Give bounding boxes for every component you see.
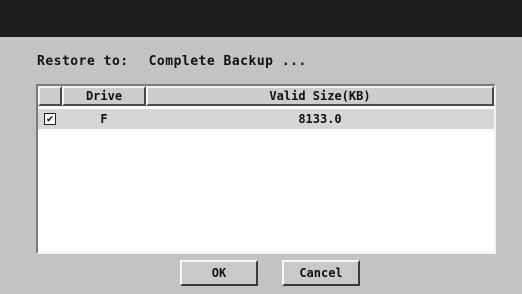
table-row[interactable]: ✔ F 8133.0 xyxy=(38,109,494,129)
valid-size-value: 8133.0 xyxy=(298,112,342,126)
select-cell: ✔ xyxy=(38,113,62,125)
drive-list-header: Drive Valid Size(KB) xyxy=(38,86,494,106)
restore-target-value: Complete Backup ... xyxy=(148,54,307,69)
column-header-valid-size[interactable]: Valid Size(KB) xyxy=(146,86,494,106)
ok-button[interactable]: OK xyxy=(180,260,258,286)
restore-label: Restore to: xyxy=(37,54,129,69)
restore-dialog: Restore to: Complete Backup ... Drive Val… xyxy=(0,37,522,294)
drive-checkbox[interactable]: ✔ xyxy=(44,113,56,125)
drive-list: Drive Valid Size(KB) ✔ F 8133.0 xyxy=(36,84,496,254)
column-header-select[interactable] xyxy=(38,86,62,106)
drive-letter: F xyxy=(100,112,108,126)
restore-target-line: Restore to: Complete Backup ... xyxy=(37,54,307,69)
cancel-button[interactable]: Cancel xyxy=(282,260,360,286)
title-bar xyxy=(0,0,522,37)
column-header-drive[interactable]: Drive xyxy=(62,86,146,106)
